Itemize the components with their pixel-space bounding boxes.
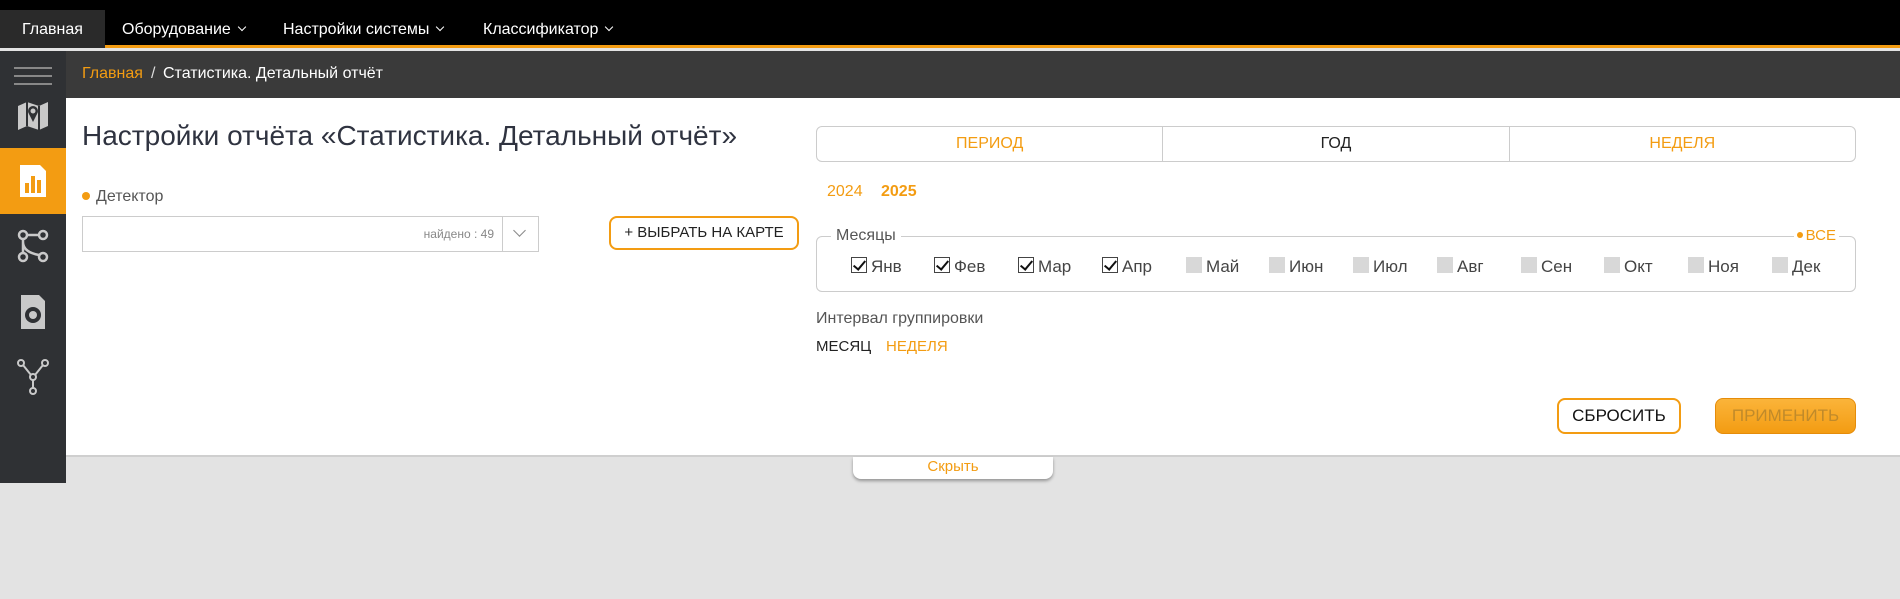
checkbox-unchecked-icon[interactable] (1269, 257, 1285, 273)
nav-item-label: Главная (22, 21, 83, 38)
sidebar-item-network[interactable] (0, 213, 66, 279)
speaker-icon (21, 295, 45, 329)
month-label: Окт (1624, 257, 1653, 276)
sidebar-item-devices[interactable] (0, 279, 66, 345)
tab-year[interactable]: ГОД (1163, 127, 1510, 161)
months-fieldset: Месяцы ВСЕ Янв Фев Мар Апр Май Июн Июл А… (816, 227, 1856, 292)
apply-button[interactable]: ПРИМЕНИТЬ (1715, 398, 1856, 434)
month-checkbox-jan[interactable]: Янв (851, 257, 902, 277)
period-type-tabs: ПЕРИОД ГОД НЕДЕЛЯ (816, 126, 1856, 162)
breadcrumb-home-link[interactable]: Главная (82, 65, 143, 83)
month-label: Июн (1289, 257, 1324, 276)
required-dot-icon (82, 192, 90, 200)
sidebar (0, 51, 66, 483)
month-label: Мар (1038, 257, 1072, 276)
reset-button[interactable]: СБРОСИТЬ (1557, 398, 1681, 434)
nav-item-label: Настройки системы (283, 21, 430, 38)
page-title: Настройки отчёта «Статистика. Детальный … (82, 120, 738, 151)
sidebar-item-map[interactable] (0, 82, 66, 148)
detector-select[interactable]: найдено : 49 (82, 216, 539, 252)
tab-period[interactable]: ПЕРИОД (817, 127, 1164, 161)
month-checkbox-jul[interactable]: Июл (1353, 257, 1408, 277)
hide-panel-tab[interactable]: Скрыть (853, 457, 1053, 479)
detector-label: Детектор (82, 188, 163, 206)
nav-item-classifier[interactable]: Классификатор (461, 10, 634, 48)
nav-item-label: Классификатор (483, 21, 599, 38)
bar-chart-icon (20, 165, 46, 197)
month-label: Ноя (1708, 257, 1739, 276)
interval-label: Интервал группировки (816, 310, 984, 327)
month-label: Фев (954, 257, 986, 276)
month-checkbox-oct[interactable]: Окт (1604, 257, 1653, 277)
network-icon (17, 229, 49, 263)
fork-icon (17, 359, 49, 395)
detector-found-count: найдено : 49 (423, 227, 494, 241)
dot-icon (1796, 232, 1803, 238)
month-checkbox-may[interactable]: Май (1186, 257, 1239, 277)
breadcrumb: Главная / Статистика. Детальный отчёт (66, 51, 1900, 98)
select-on-map-button[interactable]: + ВЫБРАТЬ НА КАРТЕ (609, 216, 799, 250)
month-label: Дек (1792, 257, 1821, 276)
month-checkbox-jun[interactable]: Июн (1269, 257, 1323, 277)
checkbox-unchecked-icon[interactable] (1772, 257, 1788, 273)
interval-option-month[interactable]: МЕСЯЦ (816, 338, 871, 355)
month-checkbox-sep[interactable]: Сен (1521, 257, 1572, 277)
year-option-2024[interactable]: 2024 (827, 183, 863, 201)
select-all-label: ВСЕ (1805, 227, 1836, 244)
sidebar-item-routing[interactable] (0, 344, 66, 410)
chevron-down-icon (436, 22, 445, 32)
month-checkbox-aug[interactable]: Авг (1437, 257, 1484, 277)
month-label: Авг (1457, 257, 1484, 276)
chevron-down-icon (605, 22, 614, 32)
checkbox-unchecked-icon[interactable] (1353, 257, 1369, 273)
month-label: Янв (871, 257, 902, 276)
map-icon (18, 102, 48, 130)
checkbox-checked-icon[interactable] (851, 257, 867, 273)
breadcrumb-separator: / (151, 65, 156, 82)
interval-option-week[interactable]: НЕДЕЛЯ (886, 338, 948, 355)
checkbox-unchecked-icon[interactable] (1604, 257, 1620, 273)
month-label: Сен (1541, 257, 1573, 276)
top-navigation: Главная Оборудование Настройки системы К… (0, 0, 1900, 48)
checkbox-unchecked-icon[interactable] (1521, 257, 1537, 273)
detector-label-text: Детектор (96, 188, 164, 205)
checkbox-checked-icon[interactable] (1102, 257, 1118, 273)
nav-item-label: Оборудование (122, 21, 231, 38)
checkbox-checked-icon[interactable] (1018, 257, 1034, 273)
month-checkbox-apr[interactable]: Апр (1102, 257, 1152, 277)
month-checkbox-dec[interactable]: Дек (1772, 257, 1820, 277)
checkbox-unchecked-icon[interactable] (1186, 257, 1202, 273)
months-legend: Месяцы (831, 227, 901, 245)
sidebar-item-statistics[interactable] (0, 148, 66, 214)
month-checkbox-feb[interactable]: Фев (934, 257, 985, 277)
month-checkbox-mar[interactable]: Мар (1018, 257, 1071, 277)
month-checkbox-nov[interactable]: Ноя (1688, 257, 1739, 277)
month-label: Июл (1373, 257, 1408, 276)
nav-item-system-settings[interactable]: Настройки системы (261, 10, 465, 48)
checkbox-unchecked-icon[interactable] (1688, 257, 1704, 273)
month-label: Апр (1122, 257, 1152, 276)
checkbox-unchecked-icon[interactable] (1437, 257, 1453, 273)
month-label: Май (1206, 257, 1240, 276)
year-option-2025[interactable]: 2025 (881, 183, 917, 201)
select-all-months-link[interactable]: ВСЕ (1793, 227, 1839, 244)
tab-week[interactable]: НЕДЕЛЯ (1510, 127, 1855, 161)
nav-item-equipment[interactable]: Оборудование (100, 10, 267, 48)
checkbox-checked-icon[interactable] (934, 257, 950, 273)
report-settings-panel: Настройки отчёта «Статистика. Детальный … (66, 98, 1900, 457)
nav-item-home[interactable]: Главная (0, 10, 105, 48)
breadcrumb-current: Статистика. Детальный отчёт (163, 65, 383, 82)
chevron-down-icon (237, 22, 247, 32)
chevron-down-icon[interactable] (502, 217, 538, 251)
